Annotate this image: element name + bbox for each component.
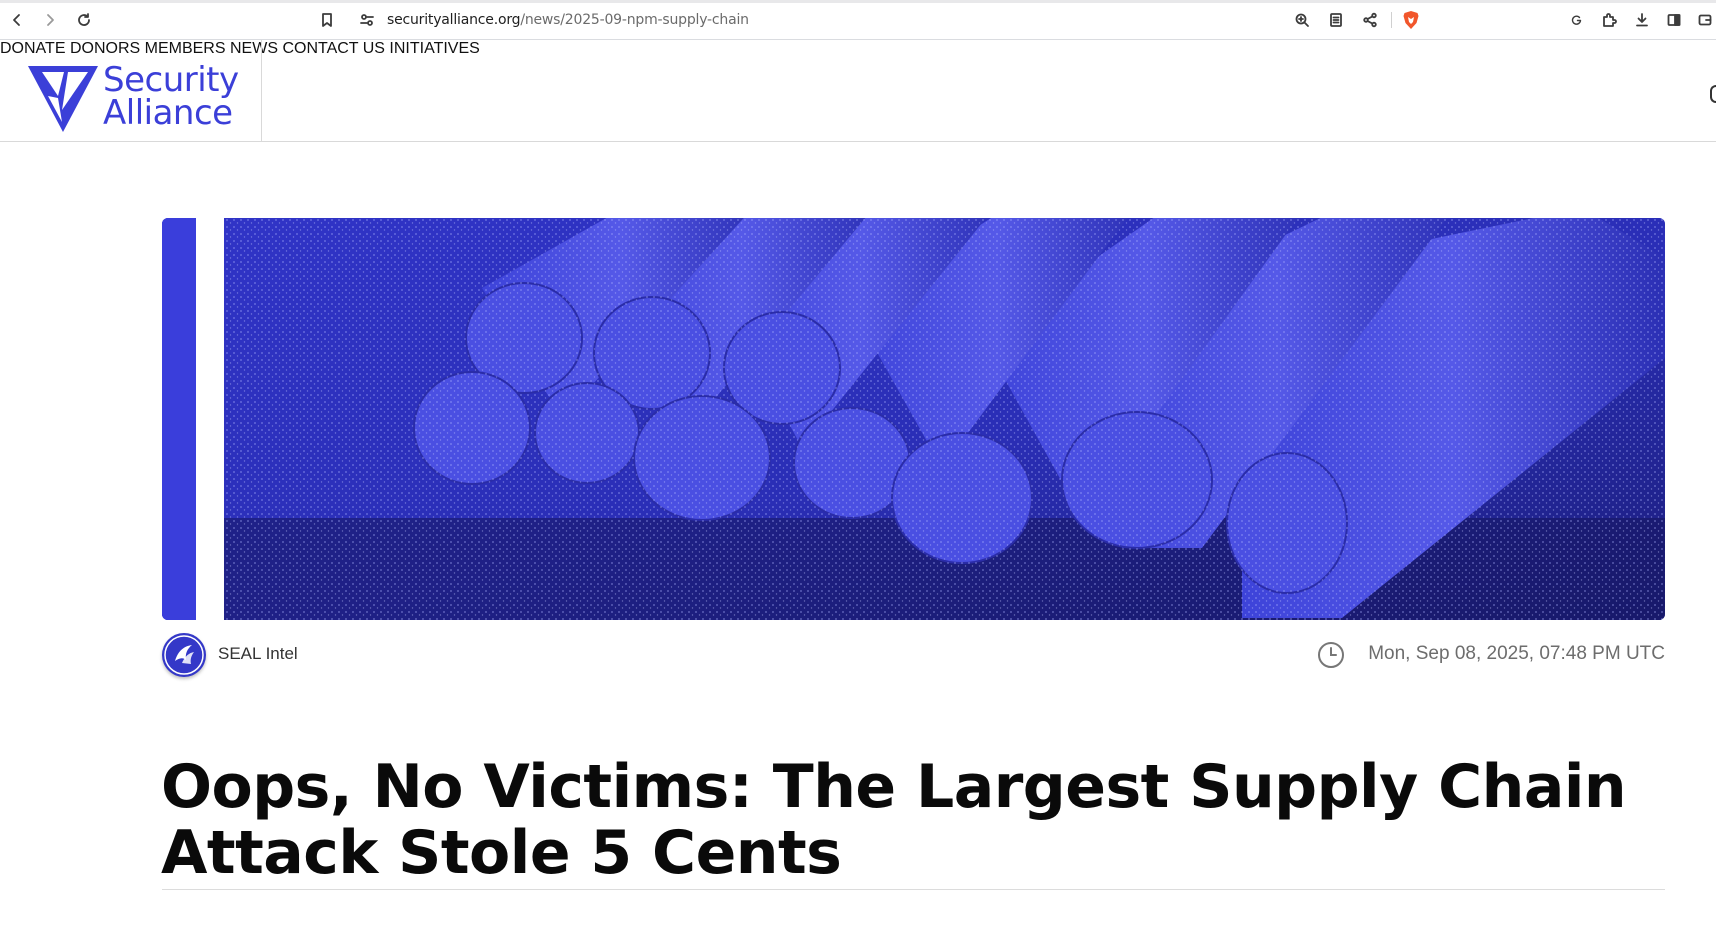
tab-strip-edge xyxy=(0,0,1716,3)
security-alliance-logo-icon xyxy=(28,66,98,132)
back-icon[interactable] xyxy=(6,9,28,31)
logo-link[interactable]: Security Alliance xyxy=(0,40,262,141)
bookmark-icon[interactable] xyxy=(316,9,338,31)
seal-avatar-icon xyxy=(164,635,204,675)
author-avatar[interactable] xyxy=(162,633,206,677)
search-icon[interactable] xyxy=(1710,85,1716,103)
logo-wordmark: Security Alliance xyxy=(103,63,239,133)
wallet-icon[interactable] xyxy=(1694,9,1716,31)
nav-initiatives[interactable]: INITIATIVES xyxy=(389,40,479,57)
forward-icon[interactable] xyxy=(39,9,61,31)
downloads-icon[interactable] xyxy=(1631,9,1653,31)
article-title: Oops, No Victims: The Largest Supply Cha… xyxy=(161,752,1627,888)
site-info-icon[interactable] xyxy=(356,9,378,31)
nav-contact-us[interactable]: CONTACT US xyxy=(282,40,385,57)
clock-icon xyxy=(1318,642,1344,668)
toolbar-separator xyxy=(1391,12,1392,28)
brave-shields-icon[interactable] xyxy=(1401,10,1421,30)
extensions-icon[interactable] xyxy=(1598,9,1620,31)
zoom-icon[interactable] xyxy=(1291,9,1313,31)
translate-icon[interactable] xyxy=(1566,9,1588,31)
url-path: /news/2025-09-npm-supply-chain xyxy=(520,12,749,28)
logo-line-2: Alliance xyxy=(103,93,233,133)
site-header: Security Alliance DONATE DONORS MEMBERS … xyxy=(0,40,1716,142)
url-domain: securityalliance.org xyxy=(387,12,521,28)
reader-mode-icon[interactable] xyxy=(1325,9,1347,31)
browser-toolbar: securityalliance.org/news/2025-09-npm-su… xyxy=(0,0,1716,40)
hero-image xyxy=(162,218,1665,620)
sidebar-icon[interactable] xyxy=(1663,9,1685,31)
reload-icon[interactable] xyxy=(73,9,95,31)
publish-date: Mon, Sep 08, 2025, 07:48 PM UTC xyxy=(1368,643,1665,664)
title-divider xyxy=(162,889,1665,890)
hero-illustration xyxy=(162,218,1665,620)
author-name[interactable]: SEAL Intel xyxy=(218,644,298,664)
share-icon[interactable] xyxy=(1359,9,1381,31)
address-bar[interactable]: securityalliance.org/news/2025-09-npm-su… xyxy=(387,12,749,28)
